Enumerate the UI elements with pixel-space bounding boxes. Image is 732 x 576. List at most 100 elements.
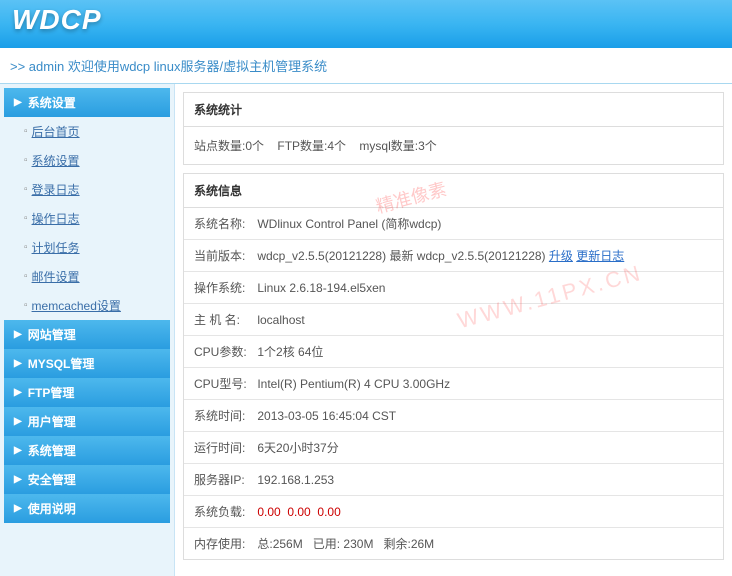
- menu-section-system-settings[interactable]: ▶ 系统设置: [4, 88, 170, 117]
- stats-panel: 系统统计 站点数量:0个 FTP数量:4个 mysql数量:3个: [183, 92, 724, 165]
- row-memory: 内存使用: 总:256M 已用: 230M 剩余:26M: [184, 528, 723, 559]
- upgrade-link[interactable]: 升级: [549, 249, 573, 263]
- menu-section-label: 安全管理: [28, 471, 76, 488]
- menu-section-system[interactable]: ▶ 系统管理: [4, 436, 170, 465]
- breadcrumb: >> admin 欢迎使用wdcp linux服务器/虚拟主机管理系统: [0, 48, 732, 84]
- value: 192.168.1.253: [257, 473, 334, 487]
- value: localhost: [257, 313, 304, 327]
- value: Intel(R) Pentium(R) 4 CPU 3.00GHz: [257, 377, 450, 391]
- chevron-right-icon: ▶: [14, 387, 22, 398]
- row-uptime: 运行时间: 6天20小时37分: [184, 432, 723, 464]
- ftp-count-label: FTP数量:: [277, 139, 327, 153]
- mysql-count-value: 3个: [418, 139, 437, 153]
- mem-used-label: 已用:: [313, 537, 340, 551]
- sidebar-item-login-log[interactable]: ▫ 登录日志: [4, 175, 170, 204]
- stats-body: 站点数量:0个 FTP数量:4个 mysql数量:3个: [184, 127, 723, 164]
- menu-section-label: MYSQL管理: [28, 355, 95, 372]
- main-content: 精准像素 WWW.11PX.CN 系统统计 站点数量:0个 FTP数量:4个 m…: [175, 84, 732, 576]
- menu-section-website[interactable]: ▶ 网站管理: [4, 320, 170, 349]
- row-system-name: 系统名称: WDlinux Control Panel (简称wdcp): [184, 208, 723, 240]
- row-server-ip: 服务器IP: 192.168.1.253: [184, 464, 723, 496]
- chevron-right-icon: ▶: [14, 474, 22, 485]
- menu-section-mysql[interactable]: ▶ MYSQL管理: [4, 349, 170, 378]
- sidebar-item-cron[interactable]: ▫ 计划任务: [4, 233, 170, 262]
- sidebar-item-label[interactable]: 计划任务: [32, 239, 80, 256]
- chevron-right-icon: ▶: [14, 97, 22, 108]
- bullet-icon: ▫: [24, 184, 28, 195]
- sidebar-item-label[interactable]: 登录日志: [32, 181, 80, 198]
- site-count-value: 0个: [245, 139, 264, 153]
- label: 系统时间:: [194, 407, 254, 424]
- chevron-right-icon: ▶: [14, 445, 22, 456]
- bullet-icon: ▫: [24, 300, 28, 311]
- sidebar-item-label[interactable]: 操作日志: [32, 210, 80, 227]
- row-cpu-model: CPU型号: Intel(R) Pentium(R) 4 CPU 3.00GHz: [184, 368, 723, 400]
- bullet-icon: ▫: [24, 126, 28, 137]
- changelog-link[interactable]: 更新日志: [576, 249, 624, 263]
- chevron-right-icon: ▶: [14, 503, 22, 514]
- menu-section-label: 系统管理: [28, 442, 76, 459]
- logo: WDCP: [12, 4, 102, 35]
- sidebar-item-label[interactable]: memcached设置: [32, 297, 121, 314]
- menu-section-label: FTP管理: [28, 384, 75, 401]
- value: 2013-03-05 16:45:04 CST: [257, 409, 396, 423]
- menu-section-label: 使用说明: [28, 500, 76, 517]
- label: 系统名称:: [194, 215, 254, 232]
- row-os: 操作系统: Linux 2.6.18-194.el5xen: [184, 272, 723, 304]
- sidebar-item-label[interactable]: 邮件设置: [32, 268, 80, 285]
- menu-section-label: 用户管理: [28, 413, 76, 430]
- row-hostname: 主 机 名: localhost: [184, 304, 723, 336]
- load-2: 0.00: [287, 505, 310, 519]
- label: 操作系统:: [194, 279, 254, 296]
- mem-free: 26M: [411, 537, 434, 551]
- load-1: 0.00: [257, 505, 280, 519]
- sidebar-item-memcached[interactable]: ▫ memcached设置: [4, 291, 170, 320]
- menu-section-label: 系统设置: [28, 94, 76, 111]
- chevron-right-icon: ▶: [14, 329, 22, 340]
- sidebar-item-mail[interactable]: ▫ 邮件设置: [4, 262, 170, 291]
- label: CPU参数:: [194, 343, 254, 360]
- menu-section-security[interactable]: ▶ 安全管理: [4, 465, 170, 494]
- row-load: 系统负载: 0.00 0.00 0.00: [184, 496, 723, 528]
- label: 内存使用:: [194, 535, 254, 552]
- value: Linux 2.6.18-194.el5xen: [257, 281, 385, 295]
- sidebar: ▶ 系统设置 ▫后台首页 ▫系统设置 ▫登录日志 ▫操作日志 ▫计划任务 ▫邮件…: [0, 84, 175, 576]
- row-cpu-params: CPU参数: 1个2核 64位: [184, 336, 723, 368]
- mem-total-label: 总:: [257, 537, 272, 551]
- menu-section-label: 网站管理: [28, 326, 76, 343]
- sidebar-item-home[interactable]: ▫ 后台首页: [4, 117, 170, 146]
- row-version: 当前版本: wdcp_v2.5.5(20121228) 最新 wdcp_v2.5…: [184, 240, 723, 272]
- sidebar-item-label[interactable]: 后台首页: [32, 123, 80, 140]
- chevron-right-icon: ▶: [14, 416, 22, 427]
- label: CPU型号:: [194, 375, 254, 392]
- mem-total: 256M: [273, 537, 303, 551]
- sysinfo-panel: 系统信息 系统名称: WDlinux Control Panel (简称wdcp…: [183, 173, 724, 560]
- site-count-label: 站点数量:: [194, 139, 245, 153]
- sidebar-item-op-log[interactable]: ▫操作日志: [4, 204, 170, 233]
- menu-section-help[interactable]: ▶ 使用说明: [4, 494, 170, 523]
- mem-used: 230M: [343, 537, 373, 551]
- menu-section-ftp[interactable]: ▶ FTP管理: [4, 378, 170, 407]
- sidebar-item-settings[interactable]: ▫ 系统设置: [4, 146, 170, 175]
- bullet-icon: ▫: [24, 242, 28, 253]
- ftp-count-value: 4个: [327, 139, 346, 153]
- row-systime: 系统时间: 2013-03-05 16:45:04 CST: [184, 400, 723, 432]
- value: WDlinux Control Panel (简称wdcp): [257, 217, 441, 231]
- bullet-icon: ▫: [24, 271, 28, 282]
- chevron-right-icon: ▶: [14, 358, 22, 369]
- value: 1个2核 64位: [257, 345, 323, 359]
- mysql-count-label: mysql数量:: [359, 139, 418, 153]
- label: 当前版本:: [194, 247, 254, 264]
- load-3: 0.00: [317, 505, 340, 519]
- mem-free-label: 剩余:: [383, 537, 410, 551]
- label: 运行时间:: [194, 439, 254, 456]
- label: 系统负载:: [194, 503, 254, 520]
- value: 6天20小时37分: [257, 441, 338, 455]
- stats-title: 系统统计: [184, 93, 723, 127]
- sidebar-item-label[interactable]: 系统设置: [32, 152, 80, 169]
- label: 主 机 名:: [194, 311, 254, 328]
- bullet-icon: ▫: [24, 155, 28, 166]
- app-header: WDCP: [0, 0, 732, 48]
- label: 服务器IP:: [194, 471, 254, 488]
- menu-section-user[interactable]: ▶ 用户管理: [4, 407, 170, 436]
